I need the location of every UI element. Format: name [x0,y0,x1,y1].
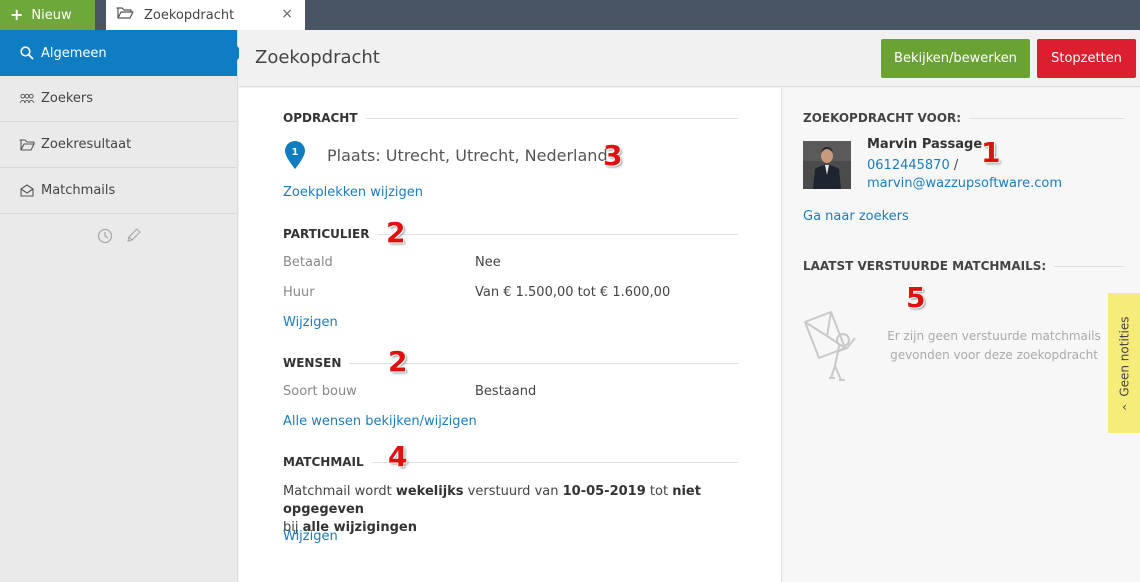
sidebar-tools [0,214,237,248]
field-value: Van € 1.500,00 tot € 1.600,00 [475,285,671,300]
new-button[interactable]: + Nieuw [0,0,95,30]
clock-icon[interactable] [97,228,113,248]
search-icon [19,46,35,60]
change-locations-link[interactable]: Zoekplekken wijzigen [283,185,423,200]
annotation-marker: 2 [388,345,408,378]
tab-zoekopdracht[interactable]: Zoekopdracht × [106,0,305,30]
folder-open-icon [116,6,134,24]
empty-mail-illustration-icon [801,308,865,386]
sidebar-item-zoekresultaat[interactable]: Zoekresultaat [0,122,237,168]
section-wensen: WENSEN [283,356,738,370]
annotation-marker: 3 [603,139,623,172]
annotation-marker: 2 [386,216,406,249]
sidebar-item-algemeen[interactable]: Algemeen [0,30,244,76]
sidebar-item-label: Zoekers [41,91,94,106]
section-zoekopdracht-voor: ZOEKOPDRACHT VOOR: [803,111,1124,125]
separator: / [949,158,959,173]
sidebar-item-label: Algemeen [41,45,107,61]
pencil-icon[interactable] [125,228,141,248]
section-matchmail: MATCHMAIL [283,455,738,469]
divider [371,461,738,463]
section-title: WENSEN [283,356,342,370]
section-title: LAATST VERSTUURDE MATCHMAILS: [803,259,1047,273]
field-label: Betaald [283,255,333,270]
section-particulier: PARTICULIER [283,227,738,241]
sidebar-item-matchmails[interactable]: Matchmails [0,168,237,214]
location-text: Plaats: Utrecht, Utrecht, Nederland [327,145,608,165]
right-panel: ZOEKOPDRACHT VOOR: Marvin Passage 061244… [783,88,1140,582]
folder-icon [19,138,35,151]
divider [377,233,738,235]
field-label: Huur [283,285,315,300]
map-pin-icon: 1 [283,140,307,170]
notes-label: Geen notities [1117,316,1131,397]
annotation-marker: 5 [906,281,926,314]
annotation-marker: 4 [388,440,408,473]
wishes-link[interactable]: Alle wensen bekijken/wijzigen [283,414,477,429]
notes-tab[interactable]: ‹ Geen notities [1108,293,1140,433]
email-link[interactable]: marvin@wazzupsoftware.com [867,176,1062,191]
empty-state-message: Er zijn geen verstuurde matchmails gevon… [887,329,1101,362]
main-content: OPDRACHT 1 Plaats: Utrecht, Utrecht, Ned… [239,88,782,582]
annotation-marker: 1 [981,136,1001,169]
plus-icon: + [10,5,24,24]
divider [349,362,738,364]
matchmail-description: Matchmail wordt wekelijks verstuurd van … [283,484,701,535]
change-matchmail-link[interactable]: Wijzigen [283,529,338,544]
section-title: PARTICULIER [283,227,370,241]
stop-button[interactable]: Stopzetten [1037,39,1136,78]
sidebar-item-label: Zoekresultaat [41,137,132,152]
contact-name: Marvin Passage [867,137,983,152]
users-icon [19,93,35,105]
change-particulier-link[interactable]: Wijzigen [283,315,338,330]
chevron-left-icon: ‹ [1121,400,1127,415]
divider [1054,265,1124,267]
tab-label: Zoekopdracht [144,7,235,23]
notes-tab-content: ‹ Geen notities [1117,316,1131,415]
contact-phone-row: 0612445870 / [867,158,958,173]
edit-button[interactable]: Bekijken/bewerken [881,39,1030,78]
pin-number: 1 [292,147,299,158]
sidebar-item-zoekers[interactable]: Zoekers [0,76,237,122]
envelope-icon [19,184,35,197]
goto-searchers-link[interactable]: Ga naar zoekers [803,209,909,224]
section-title: ZOEKOPDRACHT VOOR: [803,111,962,125]
top-bar: + Nieuw Zoekopdracht × [0,0,1140,30]
avatar [803,141,851,189]
page-header: Zoekopdracht Bekijken/bewerken Stopzette… [239,30,1140,87]
sidebar: Algemeen Zoekers Zoekresultaat Matchmail… [0,30,244,582]
field-value: Bestaand [475,384,537,399]
field-value: Nee [475,255,501,270]
section-opdracht: OPDRACHT [283,111,738,125]
section-title: MATCHMAIL [283,455,364,469]
divider [365,117,738,119]
sidebar-item-label: Matchmails [41,183,116,198]
section-title: OPDRACHT [283,111,358,125]
location-row: 1 Plaats: Utrecht, Utrecht, Nederland [283,140,608,170]
new-button-label: Nieuw [31,7,72,23]
page-title: Zoekopdracht [255,47,380,68]
close-icon[interactable]: × [281,6,293,22]
field-label: Soort bouw [283,384,357,399]
phone-link[interactable]: 0612445870 [867,158,950,173]
divider [969,117,1124,119]
section-last-matchmails: LAATST VERSTUURDE MATCHMAILS: [803,259,1124,273]
